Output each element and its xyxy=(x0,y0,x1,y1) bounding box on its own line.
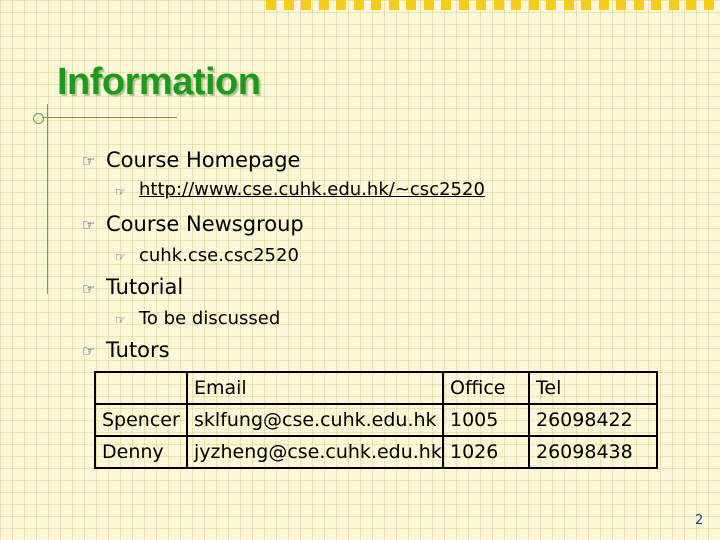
page-number: 2 xyxy=(695,513,704,528)
pointing-hand-icon: ☞ xyxy=(115,185,126,199)
newsgroup-name: cuhk.cse.csc2520 xyxy=(139,245,299,266)
pointing-hand-icon: ☞ xyxy=(115,313,126,327)
title-underline xyxy=(42,117,177,118)
table-header-cell xyxy=(94,371,188,405)
table-header-cell: Office xyxy=(442,371,530,405)
title-vertical-rule xyxy=(47,104,48,294)
pointing-hand-icon: ☞ xyxy=(82,216,96,234)
bullet-tutors: Tutors xyxy=(106,338,170,362)
bullet-course-newsgroup: Course Newsgroup xyxy=(106,212,304,236)
tutors-table: Email Office Tel Spencer sklfung@cse.cuh… xyxy=(94,371,658,469)
course-homepage-link[interactable]: http://www.cse.cuhk.edu.hk/~csc2520 xyxy=(139,179,485,200)
pointing-hand-icon: ☞ xyxy=(82,152,96,170)
tutor-name: Denny xyxy=(94,435,188,469)
tutorial-detail: To be discussed xyxy=(139,308,281,329)
bullet-course-homepage: Course Homepage xyxy=(106,148,301,172)
table-row: Spencer sklfung@cse.cuhk.edu.hk 1005 260… xyxy=(94,403,658,437)
tutor-office: 1005 xyxy=(442,403,530,437)
table-header-cell: Tel xyxy=(528,371,658,405)
title-circle-decoration xyxy=(33,113,44,124)
pointing-hand-icon: ☞ xyxy=(115,250,126,264)
tutor-tel: 26098438 xyxy=(528,435,658,469)
table-header-row: Email Office Tel xyxy=(94,371,658,405)
pointing-hand-icon: ☞ xyxy=(82,280,96,298)
pointing-hand-icon: ☞ xyxy=(82,342,96,360)
table-row: Denny jyzheng@cse.cuhk.edu.hk 1026 26098… xyxy=(94,435,658,469)
decorative-top-blocks xyxy=(266,0,720,10)
tutor-office: 1026 xyxy=(442,435,530,469)
bullet-tutorial: Tutorial xyxy=(106,275,184,299)
table-header-cell: Email xyxy=(186,371,444,405)
tutor-tel: 26098422 xyxy=(528,403,658,437)
slide-title: Information xyxy=(57,61,261,103)
tutor-email: jyzheng@cse.cuhk.edu.hk xyxy=(186,435,444,469)
tutor-email: sklfung@cse.cuhk.edu.hk xyxy=(186,403,444,437)
tutor-name: Spencer xyxy=(94,403,188,437)
